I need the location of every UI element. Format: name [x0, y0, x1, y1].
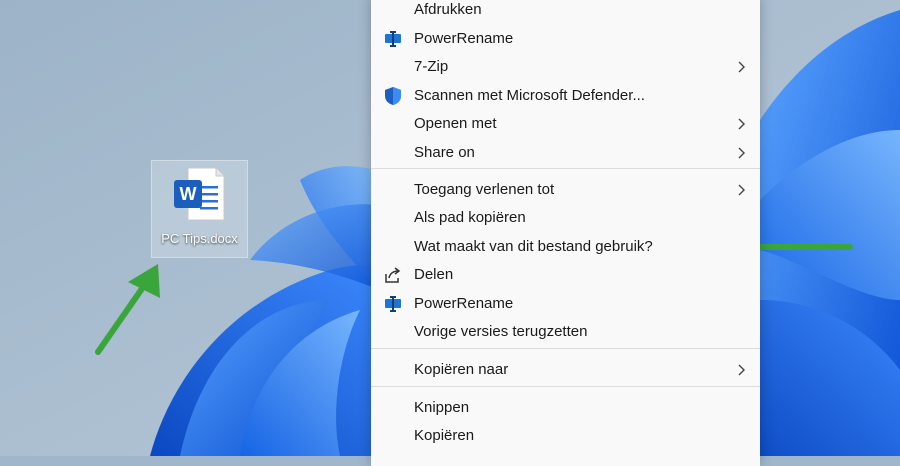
chevron-right-icon [738, 147, 745, 159]
menu-item-label: Kopiëren naar [414, 361, 509, 378]
powerrename-icon [385, 31, 401, 47]
context-menu: Afdrukken PowerRename 7-Zip Scannen met … [371, 0, 760, 466]
chevron-right-icon [738, 184, 745, 196]
menu-item-afdrukken[interactable]: Afdrukken [371, 0, 760, 24]
menu-separator [371, 386, 760, 387]
menu-item-powerrename[interactable]: PowerRename [371, 25, 760, 53]
menu-item-label: PowerRename [414, 30, 514, 47]
menu-item-vorige-versies[interactable]: Vorige versies terugzetten [371, 318, 760, 346]
desktop-file-pc-tips[interactable]: W PC Tips.docx [151, 160, 248, 258]
chevron-right-icon [738, 61, 745, 73]
menu-item-toegang-verlenen[interactable]: Toegang verlenen tot [371, 176, 760, 204]
powerrename-icon [385, 296, 401, 312]
menu-item-label: 7-Zip [414, 58, 449, 75]
menu-item-label: Afdrukken [414, 1, 482, 18]
menu-item-share-on[interactable]: Share on [371, 139, 760, 167]
menu-item-label: Wat maakt van dit bestand gebruik? [414, 238, 653, 255]
chevron-right-icon [738, 118, 745, 130]
menu-item-label: Openen met [414, 115, 497, 132]
menu-item-label: Delen [414, 266, 454, 283]
menu-item-label: Kopiëren [414, 427, 475, 444]
file-label: PC Tips.docx [161, 231, 238, 246]
menu-item-kopieren[interactable]: Kopiëren [371, 422, 760, 450]
menu-item-7zip[interactable]: 7-Zip [371, 53, 760, 81]
word-letter: W [180, 184, 197, 204]
menu-item-powerrename-2[interactable]: PowerRename [371, 290, 760, 318]
menu-item-knippen[interactable]: Knippen [371, 394, 760, 422]
menu-separator [371, 348, 760, 349]
menu-item-label: Vorige versies terugzetten [414, 323, 588, 340]
defender-shield-icon [385, 87, 401, 105]
menu-separator [371, 168, 760, 169]
share-icon [385, 267, 401, 283]
menu-item-label: Toegang verlenen tot [414, 181, 555, 198]
menu-item-label: Knippen [414, 399, 470, 416]
menu-item-defender-scan[interactable]: Scannen met Microsoft Defender... [371, 82, 760, 110]
menu-item-als-pad-kopieren[interactable]: Als pad kopiëren [371, 204, 760, 232]
word-document-icon: W [174, 167, 225, 221]
menu-item-label: PowerRename [414, 295, 514, 312]
menu-item-openen-met[interactable]: Openen met [371, 110, 760, 138]
menu-item-wat-maakt-gebruik[interactable]: Wat maakt van dit bestand gebruik? [371, 233, 760, 261]
menu-item-label: Als pad kopiëren [414, 209, 526, 226]
menu-item-label: Share on [414, 144, 475, 161]
menu-item-delen[interactable]: Delen [371, 261, 760, 289]
menu-item-kopieren-naar[interactable]: Kopiëren naar [371, 356, 760, 384]
green-arrow-to-file [95, 264, 160, 355]
menu-item-label: Scannen met Microsoft Defender... [414, 87, 645, 104]
chevron-right-icon [738, 364, 745, 376]
